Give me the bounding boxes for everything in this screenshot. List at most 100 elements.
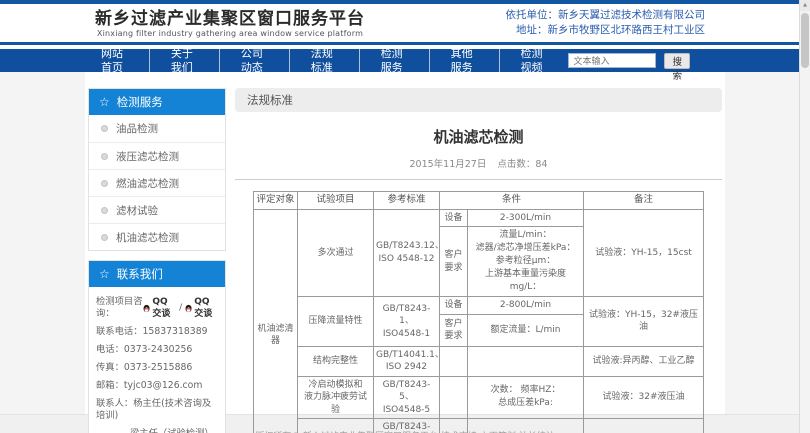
qq-label: 检测项目咨询： [96, 296, 143, 320]
project-line: 液力脉冲疲劳试验 [300, 391, 371, 416]
condition-line: 滤器/滤芯净增压差kPa： [470, 242, 581, 255]
cell-r1-note: 试验液：YH-15，15cst [584, 209, 704, 297]
standard-line: ISO4548-5 [376, 404, 437, 417]
site-logo[interactable]: 新乡过滤产业集聚区窗口服务平台 Xinxiang filter industry… [95, 9, 365, 38]
contact-title: 联系我们 [117, 266, 163, 282]
sidebar-item-label: 油品检测 [116, 121, 158, 136]
article: 机油滤芯检测 2015年11月27日 点击数：84 评定对象 试验项目 [235, 112, 722, 433]
search-input[interactable] [568, 53, 656, 68]
standard-line: GB/T8243-1、 [376, 303, 437, 328]
nav-item-home[interactable]: 网站首页 [80, 47, 149, 75]
sidebar-item-hydraulic-filter[interactable]: 液压滤芯检测 [89, 142, 225, 169]
cell-object: 机油滤清器 [253, 209, 297, 433]
condition-line: 总成压差kPa: [470, 397, 581, 410]
qq-chat-link-2[interactable]: QQ交谈 [185, 296, 218, 320]
cell-r1-customer-label: 客户要求 [439, 227, 467, 297]
standard-line: ISO4548-1 [376, 328, 437, 341]
page-body: ☆ 检测服务 油品检测 液压滤芯检测 燃油滤芯检测 [0, 72, 810, 414]
services-list: 油品检测 液压滤芯检测 燃油滤芯检测 滤材试验 [89, 115, 225, 250]
search-area: 搜 索 [568, 53, 690, 69]
header-info: 依托单位：新乡天翼过滤技术检测有限公司 地址：新乡市牧野区北环路西王村工业区 [506, 8, 706, 38]
table-header-row: 评定对象 试验项目 参考标准 条件 备注 [253, 192, 703, 210]
services-box: ☆ 检测服务 油品检测 液压滤芯检测 燃油滤芯检测 [88, 88, 226, 251]
bullet-icon [101, 207, 108, 214]
star-icon: ☆ [99, 268, 110, 280]
table-row: 机油滤清器 多次通过 GB/T8243.12、 ISO 4548-12 设备 2… [253, 209, 703, 227]
address-line: 地址：新乡市牧野区北环路西王村工业区 [506, 23, 706, 38]
cell-r1-standard: GB/T8243.12、 ISO 4548-12 [373, 209, 439, 297]
cell-r5-note: 试验液：32#液压油 [584, 419, 704, 433]
table-row: 压降流量特性 GB/T8243-1、 ISO4548-1 设备 2-800L/m… [253, 297, 703, 315]
cell-r2-customer-conditions: 额定流量：L/min [467, 314, 583, 346]
col-header-condition: 条件 [439, 192, 583, 210]
cell-r1-customer-conditions: 流量L/min： 滤器/滤芯净增压差kPa： 参考粒径μm： 上游基本重量污染度… [467, 227, 583, 297]
qq-penguin-icon [143, 303, 150, 314]
scroll-up-icon[interactable]: ▲ [800, 0, 810, 11]
article-hits: 点击数：84 [497, 159, 547, 170]
nav-item-testing[interactable]: 检测服务 [359, 47, 429, 75]
condition-line: 次数： 频率HZ： [470, 384, 581, 397]
nav-item-news[interactable]: 公司动态 [219, 47, 289, 75]
standard-line: ISO 2942 [376, 361, 437, 374]
bullet-icon [101, 125, 108, 132]
nav-item-about[interactable]: 关于我们 [149, 47, 219, 75]
cell-r2-customer-label: 客户要求 [439, 314, 467, 346]
content-wrapper: ☆ 检测服务 油品检测 液压滤芯检测 燃油滤芯检测 [85, 72, 725, 414]
services-title: 检测服务 [117, 94, 163, 110]
sidebar-item-label: 燃油滤芯检测 [116, 176, 179, 191]
sidebar-item-oil-test[interactable]: 油品检测 [89, 115, 225, 142]
contact-header: ☆ 联系我们 [89, 261, 225, 287]
browser-scrollbar[interactable]: ▲ [799, 0, 810, 433]
qq-consult-line: 检测项目咨询： QQ交谈 / [96, 296, 218, 320]
bullet-icon [101, 180, 108, 187]
cell-r3-standard: GB/T14041.1、 ISO 2942 [373, 346, 439, 376]
contact-tel-line: 电话：0373-2430256 [96, 344, 218, 356]
qq-chat-text: QQ交谈 [194, 296, 218, 320]
contact-email-line: 邮箱：tyjc03@126.com [96, 380, 218, 392]
sidebar-item-media-test[interactable]: 滤材试验 [89, 196, 225, 223]
contact-person-line-1: 联系人：杨主任(技术咨询及培训) [96, 398, 218, 422]
sponsor-line: 依托单位：新乡天翼过滤技术检测有限公司 [506, 8, 706, 23]
cell-r2-device-label: 设备 [439, 297, 467, 315]
bullet-icon [101, 234, 108, 241]
nav-item-videos[interactable]: 检测视频 [499, 47, 569, 75]
services-header: ☆ 检测服务 [89, 89, 225, 115]
standard-line: GB/T8243.12、 [376, 240, 437, 253]
main-content: 法规标准 机油滤芯检测 2015年11月27日 点击数：84 评定对象 [235, 88, 722, 414]
section-title-bar: 法规标准 [235, 88, 722, 112]
nav-item-standards[interactable]: 法规标准 [289, 47, 359, 75]
project-line: 冷启动模拟和 [300, 379, 371, 392]
sidebar-item-label: 滤材试验 [116, 203, 158, 218]
cell-r4-standard: GB/T8243-5、 ISO4548-5 [373, 376, 439, 419]
sidebar: ☆ 检测服务 油品检测 液压滤芯检测 燃油滤芯检测 [88, 88, 226, 414]
site-subtitle: Xinxiang filter industry gathering area … [95, 29, 365, 38]
cell-r3-note: 试验液:异丙醇、工业乙醇 [584, 346, 704, 376]
standard-line: GB/T8243-5、 [376, 379, 437, 404]
table-row: 冷启动模拟和 液力脉冲疲劳试验 GB/T8243-5、 ISO4548-5 次数… [253, 376, 703, 419]
condition-line: 参考粒径μm： [470, 255, 581, 268]
table-row: 结构完整性 GB/T14041.1、 ISO 2942 试验液:异丙醇、工业乙醇 [253, 346, 703, 376]
contact-person-line-2: 梁主任（试验检测） [96, 428, 218, 433]
contact-phone-line: 联系电话：15837318389 [96, 326, 218, 338]
main-nav: 网站首页 关于我们 公司动态 法规标准 检测服务 其他服务 检测视频 搜 索 [0, 49, 810, 72]
article-meta: 2015年11月27日 点击数：84 [235, 156, 722, 170]
test-spec-table: 评定对象 试验项目 参考标准 条件 备注 机油滤清器 多次通过 GB/T8243… [253, 191, 704, 433]
col-header-note: 备注 [584, 192, 704, 210]
cell-r3-conditions-empty [467, 346, 583, 376]
search-button[interactable]: 搜 索 [664, 53, 690, 69]
article-title: 机油滤芯检测 [235, 126, 722, 147]
sidebar-item-fuel-filter[interactable]: 燃油滤芯检测 [89, 169, 225, 196]
standard-line: GB/T14041.1、 [376, 349, 437, 362]
sidebar-item-oil-filter-test[interactable]: 机油滤芯检测 [89, 223, 225, 250]
qq-chat-link-1[interactable]: QQ交谈 [143, 296, 176, 320]
qq-penguin-icon [185, 303, 192, 314]
scrollbar-thumb[interactable] [801, 13, 809, 68]
nav-item-other[interactable]: 其他服务 [429, 47, 499, 75]
article-date: 2015年11月27日 [410, 159, 487, 170]
cell-r1-device-value: 2-300L/min [467, 209, 583, 227]
contact-body: 检测项目咨询： QQ交谈 / [89, 287, 225, 433]
contact-box: ☆ 联系我们 检测项目咨询： QQ交谈 [88, 260, 226, 433]
standard-line: ISO 4548-12 [376, 253, 437, 266]
cell-r4-note: 试验液：32#液压油 [584, 376, 704, 419]
condition-line: 上游基本重量污染度mg/L： [470, 268, 581, 294]
